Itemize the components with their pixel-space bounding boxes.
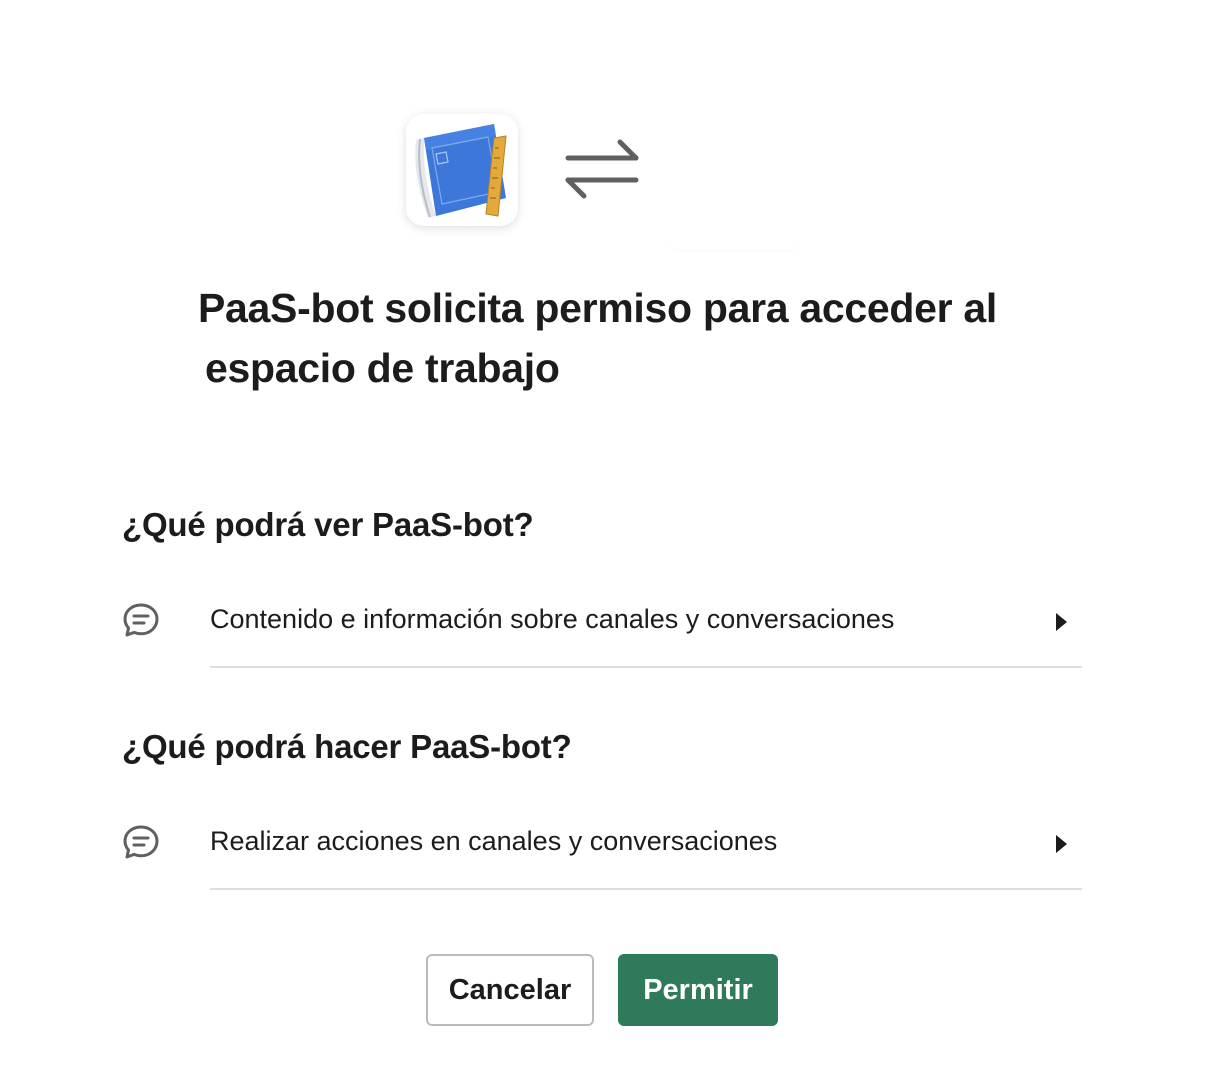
chat-bubble-icon [123,603,159,637]
permission-label: Contenido e información sobre canales y … [210,604,895,634]
swap-arrows-icon [560,134,644,204]
title-line-2: espacio de trabajo [205,345,560,391]
section-heading-do: ¿Qué podrá hacer PaaS-bot? [122,728,572,765]
cancel-button[interactable]: Cancelar [426,954,594,1026]
app-icon [406,114,518,226]
permission-label: Realizar acciones en canales y conversac… [210,826,778,856]
blueprint-book-icon [415,124,507,218]
section-heading-view: ¿Qué podrá ver PaaS-bot? [122,506,534,543]
workspace-icon [664,114,804,250]
allow-button[interactable]: Permitir [618,954,778,1026]
permission-row-view-content[interactable]: Contenido e información sobre canales y … [122,586,1082,668]
caret-right-icon [1056,613,1067,631]
caret-right-icon [1056,835,1067,853]
chat-bubble-icon [123,825,159,859]
row-divider [210,666,1082,668]
page-title: PaaS-bot solicita permiso para acceder a… [198,278,1058,398]
permission-row-actions[interactable]: Realizar acciones en canales y conversac… [122,808,1082,890]
title-line-1: PaaS-bot solicita permiso para acceder a… [198,285,997,331]
row-divider [210,888,1082,890]
